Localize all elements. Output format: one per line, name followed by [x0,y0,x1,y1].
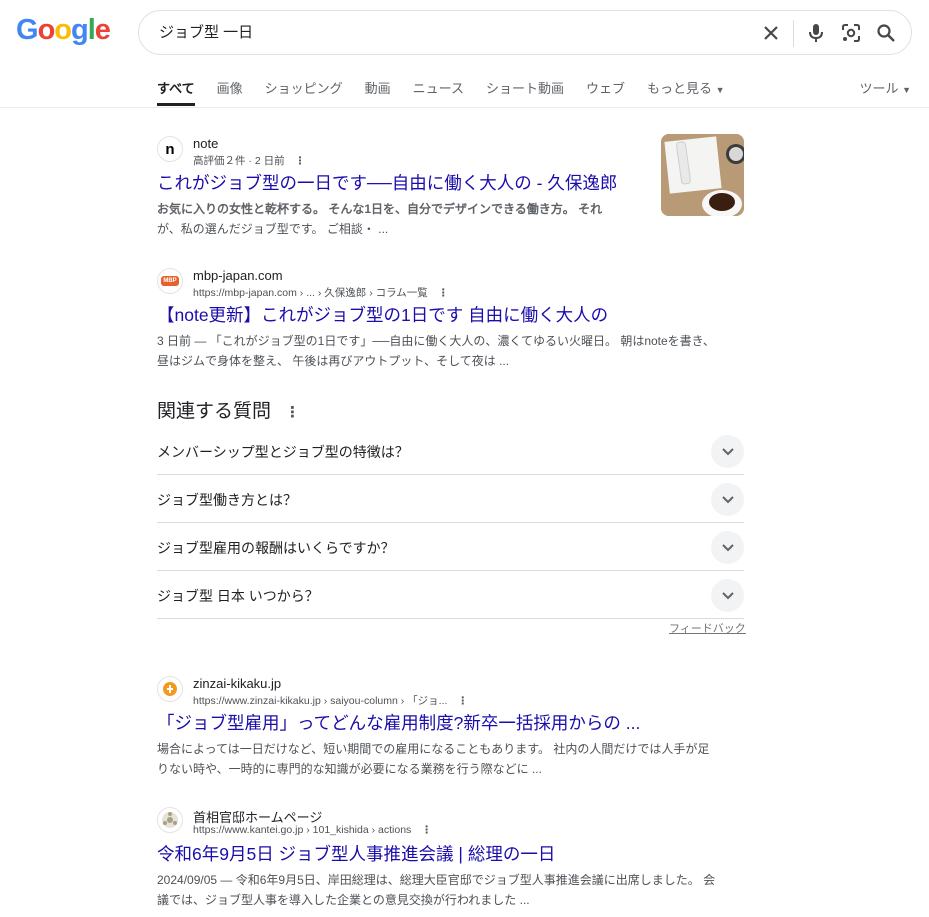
snippet-line: 3 日前 — 「これがジョブ型の1日です」──自由に働く大人の、濃くてゆるい火曜… [157,334,715,348]
tabs-divider [0,107,929,108]
tab-web[interactable]: ウェブ [586,78,625,106]
tab-more[interactable]: もっと見る ▼ [647,78,725,106]
site-name[interactable]: note [193,136,218,151]
logo-letter: G [16,14,39,46]
more-options-icon[interactable]: ⋮ [285,403,300,421]
more-options-icon[interactable]: ⋮ [295,155,306,167]
more-options-icon[interactable]: ⋮ [421,824,432,836]
paa-question[interactable]: ジョブ型雇用の報酬はいくらですか？ [157,524,744,571]
search-input[interactable]: ジョブ型 一日 [159,11,253,54]
search-result: n note 高評価２件 · 2 日前 ⋮ これがジョブ型の一日です──自由に働く… [157,136,747,236]
tab-short-videos[interactable]: ショート動画 [486,78,564,106]
logo-letter: o [54,14,72,46]
result-snippet: 場合によっては一日だけなど、短い期間での雇用になることもあります。 社内の人間だ… [157,739,709,779]
paa-question-text: ジョブ型働き方とは？ [157,492,297,508]
favicon-letter: n [165,140,175,158]
paa-question-text: メンバーシップ型とジョブ型の特徴は？ [157,444,409,460]
caret-down-icon: ▼ [715,85,725,95]
search-tabs: すべて 画像 ショッピング 動画 ニュース ショート動画 ウェブ もっと見る ▼ [157,78,747,106]
result-snippet: 3 日前 — 「これがジョブ型の1日です」──自由に働く大人の、濃くてゆるい火曜… [157,331,715,371]
snippet-line: 議では、ジョブ型人事を導入した企業との意見交換が行われました ... [157,893,530,907]
snippet-line: りない時や、一時的に専門的な知識が必要になる業務を行う際などに ... [157,762,542,776]
snippet-line: お気に入りの女性と乾杯する。 そんな1日を、自分でデザインできる働き方。 それ [157,202,603,216]
tools-button[interactable]: ツール ▼ [859,78,911,97]
search-box-divider [793,20,794,47]
result-title[interactable]: これがジョブ型の一日です──自由に働く大人の - 久保逸郎 [157,170,617,195]
site-meta-text: https://mbp-japan.com › ... › 久保逸郎 › コラム… [193,287,428,299]
result-title[interactable]: 「ジョブ型雇用」ってどんな雇用制度?新卒一括採用からの ... [157,710,640,735]
tab-all[interactable]: すべて [157,78,195,106]
kantei-favicon-icon [157,807,183,833]
paa-question[interactable]: ジョブ型 日本 いつから？ [157,572,744,619]
chevron-down-icon[interactable] [711,435,744,468]
paa-question-text: ジョブ型雇用の報酬はいくらですか？ [157,540,395,556]
tab-more-label: もっと見る [647,81,713,96]
chevron-down-icon[interactable] [711,531,744,564]
feedback-link[interactable]: フィードバック [669,620,746,636]
site-meta-text: 高評価２件 · 2 日前 [193,155,285,167]
search-result: 首相官邸ホームページ https://www.kantei.go.jp › 10… [157,807,747,907]
result-snippet: 2024/09/05 — 令和6年9月5日、岸田総理は、総理大臣官邸でジョブ型人… [157,870,715,910]
site-name[interactable]: zinzai-kikaku.jp [193,676,281,691]
snippet-line: 昼はジムで身体を整え、 午後は再びアウトプット、そして夜は ... [157,354,510,368]
logo-letter: l [87,14,96,46]
search-box[interactable]: ジョブ型 一日 [138,10,912,55]
logo-letter: o [37,14,56,46]
logo-letter: e [94,14,111,46]
microphone-icon[interactable] [805,22,827,44]
snippet-line: 2024/09/05 — 令和6年9月5日、岸田総理は、総理大臣官邸でジョブ型人… [157,873,716,887]
snippet-line: が、私の選んだジョブ型です。 ご相談・ ... [157,222,389,236]
more-options-icon[interactable]: ⋮ [438,287,449,299]
close-icon[interactable] [760,22,782,44]
more-options-icon[interactable]: ⋮ [457,695,468,707]
mbp-favicon-icon: MBP [157,268,183,294]
tab-shopping[interactable]: ショッピング [265,78,343,106]
zinzai-favicon-icon [157,676,183,702]
tools-label: ツール [859,81,899,96]
result-title[interactable]: 【note更新】これがジョブ型の1日です 自由に働く大人の [157,302,608,327]
site-meta: https://www.zinzai-kikaku.jp › saiyou-co… [193,693,468,708]
site-meta: https://mbp-japan.com › ... › 久保逸郎 › コラム… [193,285,448,300]
paa-question[interactable]: ジョブ型働き方とは？ [157,476,744,523]
site-name[interactable]: mbp-japan.com [193,268,283,283]
search-icon[interactable] [875,22,897,44]
search-result: MBP mbp-japan.com https://mbp-japan.com … [157,268,747,368]
result-snippet: お気に入りの女性と乾杯する。 そんな1日を、自分でデザインできる働き方。 それ … [157,199,602,239]
logo-letter: g [71,14,89,46]
paa-question-text: ジョブ型 日本 いつから？ [157,588,319,604]
favicon-letter: MBP [161,276,179,286]
note-favicon-icon: n [157,136,183,162]
result-title[interactable]: 令和6年9月5日 ジョブ型人事推進会議 | 総理の一日 [157,841,555,866]
tab-news[interactable]: ニュース [413,78,464,106]
tab-videos[interactable]: 動画 [365,78,391,106]
chevron-down-icon[interactable] [711,483,744,516]
paa-heading-text: 関連する質問 [157,401,272,422]
site-meta-text: https://www.kantei.go.jp › 101_kishida ›… [193,824,412,836]
google-logo[interactable]: Google [16,14,111,47]
site-meta-text: https://www.zinzai-kikaku.jp › saiyou-co… [193,695,448,707]
paa-question[interactable]: メンバーシップ型とジョブ型の特徴は？ [157,428,744,475]
caret-down-icon: ▼ [902,85,911,95]
search-result: zinzai-kikaku.jp https://www.zinzai-kika… [157,676,747,776]
site-meta: https://www.kantei.go.jp › 101_kishida ›… [193,824,432,836]
result-thumbnail[interactable] [661,134,744,216]
lens-icon[interactable] [840,22,862,44]
tab-images[interactable]: 画像 [217,78,243,106]
site-meta: 高評価２件 · 2 日前 ⋮ [193,153,305,168]
paa-heading: 関連する質問 ⋮ [157,396,300,423]
snippet-line: 場合によっては一日だけなど、短い期間での雇用になることもあります。 社内の人間だ… [157,742,710,756]
chevron-down-icon[interactable] [711,579,744,612]
